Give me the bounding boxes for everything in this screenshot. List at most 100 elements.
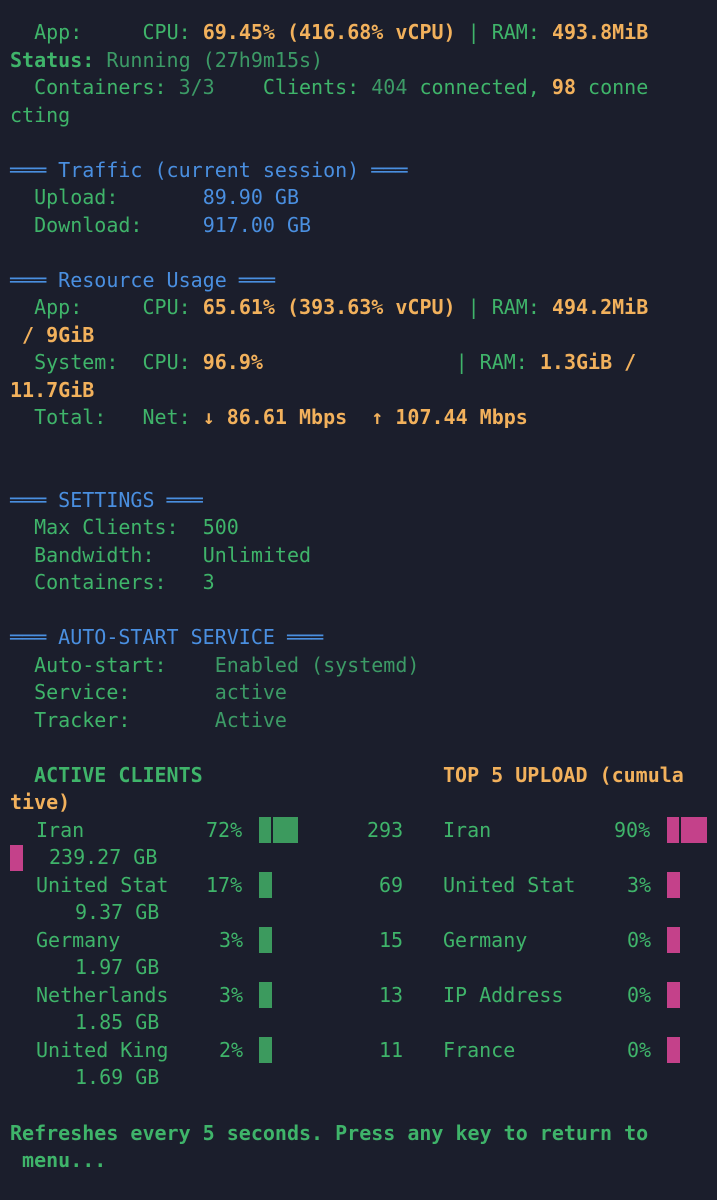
containers-clients-line: Containers: 3/3 Clients: 404 connected, … bbox=[10, 74, 648, 102]
download-value: 917.00 GB bbox=[202, 212, 312, 237]
upload-pct: 0% bbox=[627, 927, 652, 952]
connecting-count: 98 bbox=[551, 75, 576, 99]
client-bar bbox=[259, 927, 272, 953]
containers-value: 3/3 bbox=[178, 75, 215, 99]
upload-country: United Stat bbox=[443, 872, 576, 897]
resource-total-line: Total: Net: ↓ 86.61 Mbps ↑ 107.44 Mbps bbox=[10, 404, 528, 432]
upload-bar bbox=[667, 1037, 680, 1063]
top-upload-header-wrap-text: tive) bbox=[10, 790, 71, 814]
resource-app-line: App: CPU: 65.61% (393.63% vCPU) | RAM: 4… bbox=[10, 294, 648, 322]
footer-line-2: menu... bbox=[10, 1148, 107, 1172]
resource-pipe: | bbox=[467, 295, 480, 319]
autostart-header-text: ═══ AUTO-START SERVICE ═══ bbox=[10, 625, 324, 649]
top-upload-header-wrap: tive) bbox=[10, 789, 70, 817]
client-pct: 72% bbox=[206, 817, 243, 842]
autostart-line: Auto-start: Enabled (systemd) bbox=[10, 652, 419, 680]
separator-pipe: | bbox=[467, 20, 480, 44]
upload-line: Upload: 89.90 GB bbox=[10, 184, 299, 212]
resource-app-ram: 494.2MiB bbox=[551, 295, 649, 319]
system-ram-value: 1.3GiB / bbox=[539, 350, 637, 374]
total-label: Total: bbox=[34, 405, 107, 429]
bandwidth-label: Bandwidth: bbox=[34, 542, 155, 567]
autostart-label: Auto-start: bbox=[34, 652, 167, 677]
download-line: Download: 917.00 GB bbox=[10, 212, 311, 240]
net-down-value: ↓ 86.61 Mbps bbox=[202, 405, 348, 429]
client-pct: 17% bbox=[206, 872, 243, 897]
upload-pct: 0% bbox=[627, 1037, 652, 1062]
settings-containers-label: Containers: bbox=[34, 570, 167, 594]
upload-value: 89.90 GB bbox=[202, 185, 300, 209]
clients-label: Clients: bbox=[262, 75, 360, 99]
upload-pct: 3% bbox=[627, 872, 652, 897]
settings-header-text: ═══ SETTINGS ═══ bbox=[10, 487, 203, 512]
autostart-header: ═══ AUTO-START SERVICE ═══ bbox=[10, 624, 323, 652]
app-status-line: App: CPU: 69.45% (416.68% vCPU) | RAM: 4… bbox=[10, 19, 648, 47]
app-label: App: bbox=[34, 20, 83, 44]
service-line: Service: active bbox=[10, 679, 287, 707]
clients-count: 404 bbox=[371, 75, 408, 99]
terminal-window: App: CPU: 69.45% (416.68% vCPU) | RAM: 4… bbox=[0, 0, 717, 1200]
resource-header-text: ═══ Resource Usage ═══ bbox=[10, 267, 275, 292]
client-country: Netherlands bbox=[36, 982, 169, 1007]
status-value: Running (27h9m15s) bbox=[106, 47, 324, 72]
tracker-label: Tracker: bbox=[34, 707, 131, 732]
upload-country: IP Address bbox=[443, 982, 564, 1007]
upload-label: Upload: bbox=[34, 185, 119, 209]
client-bar bbox=[259, 1037, 272, 1063]
client-country: Iran bbox=[36, 817, 85, 842]
status-label: Status: bbox=[10, 47, 95, 72]
client-count: 69 bbox=[379, 872, 404, 897]
upload-bar bbox=[667, 927, 680, 953]
resource-system-ram-wrap: 11.7GiB bbox=[10, 377, 94, 405]
upload-bar-wrap bbox=[10, 845, 23, 871]
upload-bar bbox=[667, 872, 680, 898]
autostart-value: Enabled (systemd) bbox=[214, 652, 420, 677]
upload-bar bbox=[667, 817, 707, 843]
system-label: System: bbox=[34, 350, 119, 374]
upload-country: France bbox=[443, 1037, 516, 1062]
client-bar bbox=[259, 982, 272, 1008]
max-clients-line: Max Clients: 500 bbox=[10, 514, 239, 542]
net-up-value: ↑ 107.44 Mbps bbox=[371, 405, 528, 429]
top-upload-header: TOP 5 UPLOAD (cumula bbox=[443, 762, 684, 790]
app-ram-value: 493.8MiB bbox=[551, 20, 649, 44]
active-clients-header: ACTIVE CLIENTS bbox=[34, 762, 203, 787]
client-traffic: 9.37 GB bbox=[75, 900, 160, 924]
max-clients-value: 500 bbox=[202, 515, 239, 539]
client-country: Germany bbox=[36, 927, 121, 952]
system-cpu-label: CPU: bbox=[142, 350, 191, 374]
net-label: Net: bbox=[142, 405, 191, 429]
system-cpu-value: 96.9% bbox=[202, 350, 263, 374]
service-value: active bbox=[214, 680, 287, 704]
client-count: 15 bbox=[379, 927, 404, 952]
footer-line-1: Refreshes every 5 seconds. Press any key… bbox=[10, 1120, 649, 1145]
max-clients-label: Max Clients: bbox=[34, 515, 179, 539]
connecting-text-wrap: cting bbox=[10, 102, 71, 127]
upload-bar bbox=[667, 982, 680, 1008]
service-label: Service: bbox=[34, 680, 131, 704]
traffic-header-text: ═══ Traffic (current session) ═══ bbox=[10, 157, 408, 182]
connecting-text: conne bbox=[588, 75, 649, 99]
bandwidth-value: Unlimited bbox=[202, 542, 312, 567]
client-bar bbox=[259, 817, 298, 843]
resource-app-ram-total: / 9GiB bbox=[22, 322, 95, 347]
resource-app-ram-wrap: / 9GiB bbox=[10, 322, 94, 350]
client-count: 293 bbox=[367, 817, 404, 842]
ram-label: RAM: bbox=[491, 20, 540, 44]
system-ram-label: RAM: bbox=[479, 350, 528, 374]
resource-system-line: System: CPU: 96.9% | RAM: 1.3GiB / bbox=[10, 349, 636, 377]
client-count: 13 bbox=[379, 982, 404, 1007]
client-bar bbox=[259, 872, 272, 898]
settings-containers-line: Containers: 3 bbox=[10, 569, 215, 597]
upload-country: Iran bbox=[443, 817, 492, 842]
system-ram-total: 11.7GiB bbox=[10, 377, 95, 402]
settings-header: ═══ SETTINGS ═══ bbox=[10, 487, 203, 515]
upload-pct: 90% bbox=[614, 817, 651, 842]
cpu-label: CPU: bbox=[142, 20, 191, 44]
client-pct: 2% bbox=[219, 1037, 244, 1062]
containers-label: Containers: bbox=[34, 75, 167, 99]
top-upload-header-text: TOP 5 UPLOAD (cumula bbox=[443, 762, 684, 787]
client-traffic: 239.27 GB bbox=[49, 845, 158, 869]
app-cpu-value: 69.45% (416.68% vCPU) bbox=[202, 20, 456, 44]
status-line: Status: Running (27h9m15s) bbox=[10, 47, 323, 75]
